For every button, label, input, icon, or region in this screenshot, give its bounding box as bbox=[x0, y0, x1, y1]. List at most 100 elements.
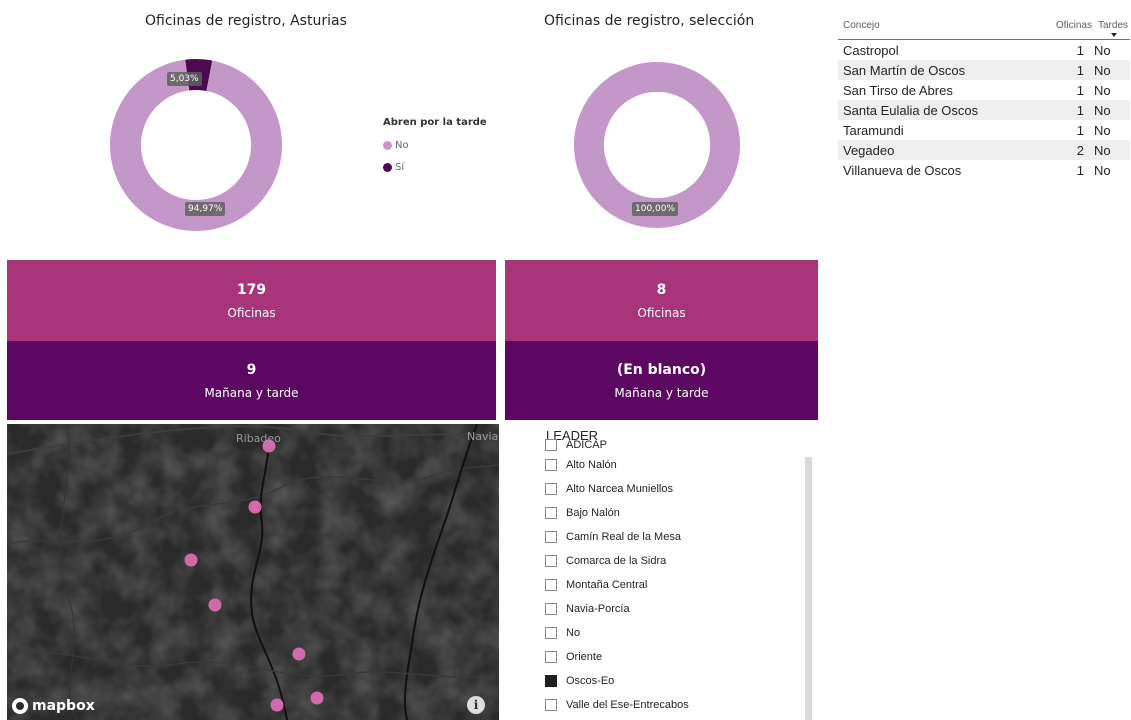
map-point[interactable] bbox=[208, 598, 222, 612]
donut-label-no: 94,97% bbox=[185, 202, 226, 216]
donut-title-seleccion: Oficinas de registro, selección bbox=[544, 13, 755, 29]
card-label: Oficinas bbox=[637, 305, 686, 320]
card-manana-tarde-seleccion[interactable]: (En blanco) Mañana y tarde bbox=[505, 341, 818, 420]
checkbox[interactable] bbox=[545, 675, 557, 687]
checkbox[interactable] bbox=[545, 507, 557, 519]
slicer-item[interactable]: Alto Narcea Muniellos bbox=[545, 477, 689, 501]
map-point[interactable] bbox=[248, 500, 262, 514]
card-value: (En blanco) bbox=[616, 361, 707, 378]
legend-dot-si bbox=[383, 162, 392, 172]
slicer-item[interactable]: Camín Real de la Mesa bbox=[545, 525, 689, 549]
slicer-item[interactable]: Valle del Ese-Entrecabos bbox=[545, 693, 689, 717]
map-town-ribadeo: Ribadeo bbox=[236, 432, 281, 445]
table-row[interactable]: Taramundi 1 No bbox=[838, 120, 1130, 140]
cell-oficinas: 1 bbox=[1076, 162, 1084, 178]
checkbox[interactable] bbox=[545, 603, 557, 615]
checkbox[interactable] bbox=[545, 483, 557, 495]
cell-tardes: No bbox=[1094, 102, 1111, 118]
card-manana-tarde-total[interactable]: 9 Mañana y tarde bbox=[7, 341, 496, 420]
legend: Abren por la tarde No Sí bbox=[383, 117, 487, 178]
cell-oficinas: 1 bbox=[1076, 62, 1084, 78]
column-header-tardes[interactable]: Tardes bbox=[1092, 20, 1130, 31]
mapbox-logo-text: mapbox bbox=[32, 698, 95, 714]
slicer-item[interactable]: Comarca de la Sidra bbox=[545, 549, 689, 573]
cell-concejo: San Tirso de Abres bbox=[843, 82, 953, 98]
column-header-oficinas[interactable]: Oficinas bbox=[1032, 20, 1092, 31]
legend-label-si: Sí bbox=[395, 161, 405, 173]
card-value: 8 bbox=[656, 281, 667, 298]
table-row[interactable]: Vegadeo 2 No bbox=[838, 140, 1130, 160]
checkbox[interactable] bbox=[545, 651, 557, 663]
mapbox-icon bbox=[12, 698, 28, 714]
cell-tardes: No bbox=[1094, 142, 1111, 158]
cell-concejo: San Martín de Oscos bbox=[843, 62, 966, 78]
map[interactable]: Ribadeo Navia mapbox i bbox=[7, 424, 499, 720]
slicer-item-label: ADICAP bbox=[566, 439, 607, 451]
cell-oficinas: 2 bbox=[1076, 142, 1084, 158]
map-point[interactable] bbox=[184, 553, 198, 567]
donut-slice-no[interactable] bbox=[574, 62, 740, 228]
slicer-scrollbar[interactable] bbox=[805, 457, 812, 720]
map-town-navia: Navia bbox=[467, 430, 499, 443]
card-label: Oficinas bbox=[227, 305, 276, 320]
concejo-table: Concejo Oficinas Tardes Castropol 1 No San … bbox=[838, 16, 1130, 180]
table-row[interactable]: San Martín de Oscos 1 No bbox=[838, 60, 1130, 80]
cell-oficinas: 1 bbox=[1076, 122, 1084, 138]
slicer-item-label: Comarca de la Sidra bbox=[566, 555, 667, 567]
cell-concejo: Santa Eulalia de Oscos bbox=[843, 102, 979, 118]
slicer-item[interactable]: ADICAP bbox=[545, 439, 689, 453]
map-point[interactable] bbox=[292, 647, 306, 661]
donut-title-asturias: Oficinas de registro, Asturias bbox=[145, 13, 347, 29]
checkbox[interactable] bbox=[545, 459, 557, 471]
card-value: 179 bbox=[236, 281, 267, 298]
checkbox[interactable] bbox=[545, 439, 557, 451]
legend-title: Abren por la tarde bbox=[383, 117, 487, 128]
slicer-item[interactable]: Navia-Porcía bbox=[545, 597, 689, 621]
slicer-item-label: Camín Real de la Mesa bbox=[566, 531, 681, 543]
donut-label-si: 5,03% bbox=[167, 72, 202, 86]
cell-concejo: Taramundi bbox=[843, 122, 904, 138]
table-body: Castropol 1 No San Martín de Oscos 1 No San Ti… bbox=[838, 40, 1130, 180]
slicer-item[interactable]: No bbox=[545, 621, 689, 645]
mapbox-logo[interactable]: mapbox bbox=[12, 698, 95, 714]
cell-tardes: No bbox=[1094, 122, 1111, 138]
slicer-item[interactable]: Alto Nalón bbox=[545, 453, 689, 477]
checkbox[interactable] bbox=[545, 627, 557, 639]
column-header-concejo[interactable]: Concejo bbox=[838, 20, 1032, 31]
slicer-item-label: Oriente bbox=[566, 651, 603, 663]
map-point[interactable] bbox=[270, 698, 284, 712]
checkbox[interactable] bbox=[545, 531, 557, 543]
table-row[interactable]: Santa Eulalia de Oscos 1 No bbox=[838, 100, 1130, 120]
card-value: 9 bbox=[246, 361, 257, 378]
table-row[interactable]: Villanueva de Oscos 1 No bbox=[838, 160, 1130, 180]
table-row[interactable]: San Tirso de Abres 1 No bbox=[838, 80, 1130, 100]
card-oficinas-seleccion[interactable]: 8 Oficinas bbox=[505, 260, 818, 341]
checkbox[interactable] bbox=[545, 699, 557, 711]
checkbox[interactable] bbox=[545, 579, 557, 591]
slicer-item-label: No bbox=[566, 627, 581, 639]
checkbox[interactable] bbox=[545, 555, 557, 567]
cell-tardes: No bbox=[1094, 162, 1111, 178]
cell-oficinas: 1 bbox=[1076, 82, 1084, 98]
legend-item-si[interactable]: Sí bbox=[383, 156, 487, 178]
legend-item-no[interactable]: No bbox=[383, 134, 487, 156]
cell-concejo: Vegadeo bbox=[843, 142, 895, 158]
donut-label-no-seleccion: 100,00% bbox=[632, 202, 679, 216]
slicer-item-label: Bajo Nalón bbox=[566, 507, 620, 519]
cell-tardes: No bbox=[1094, 42, 1111, 58]
sort-descending-icon bbox=[1111, 33, 1117, 37]
card-oficinas-total[interactable]: 179 Oficinas bbox=[7, 260, 496, 341]
slicer-item[interactable]: Oriente bbox=[545, 645, 689, 669]
slicer-item[interactable]: Oscos-Eo bbox=[545, 669, 689, 693]
legend-dot-no bbox=[383, 140, 392, 150]
slicer-item[interactable]: Bajo Nalón bbox=[545, 501, 689, 525]
slicer-item-label: Oscos-Eo bbox=[566, 675, 615, 687]
map-point[interactable] bbox=[310, 691, 324, 705]
table-row[interactable]: Castropol 1 No bbox=[838, 40, 1130, 60]
slicer-item[interactable]: Montaña Central bbox=[545, 573, 689, 597]
card-label: Mañana y tarde bbox=[614, 385, 709, 400]
slicer-item-label: Montaña Central bbox=[566, 579, 648, 591]
slicer-item-label: Alto Narcea Muniellos bbox=[566, 483, 673, 495]
slicer-item-label: Valle del Ese-Entrecabos bbox=[566, 699, 689, 711]
info-icon[interactable]: i bbox=[467, 696, 485, 714]
